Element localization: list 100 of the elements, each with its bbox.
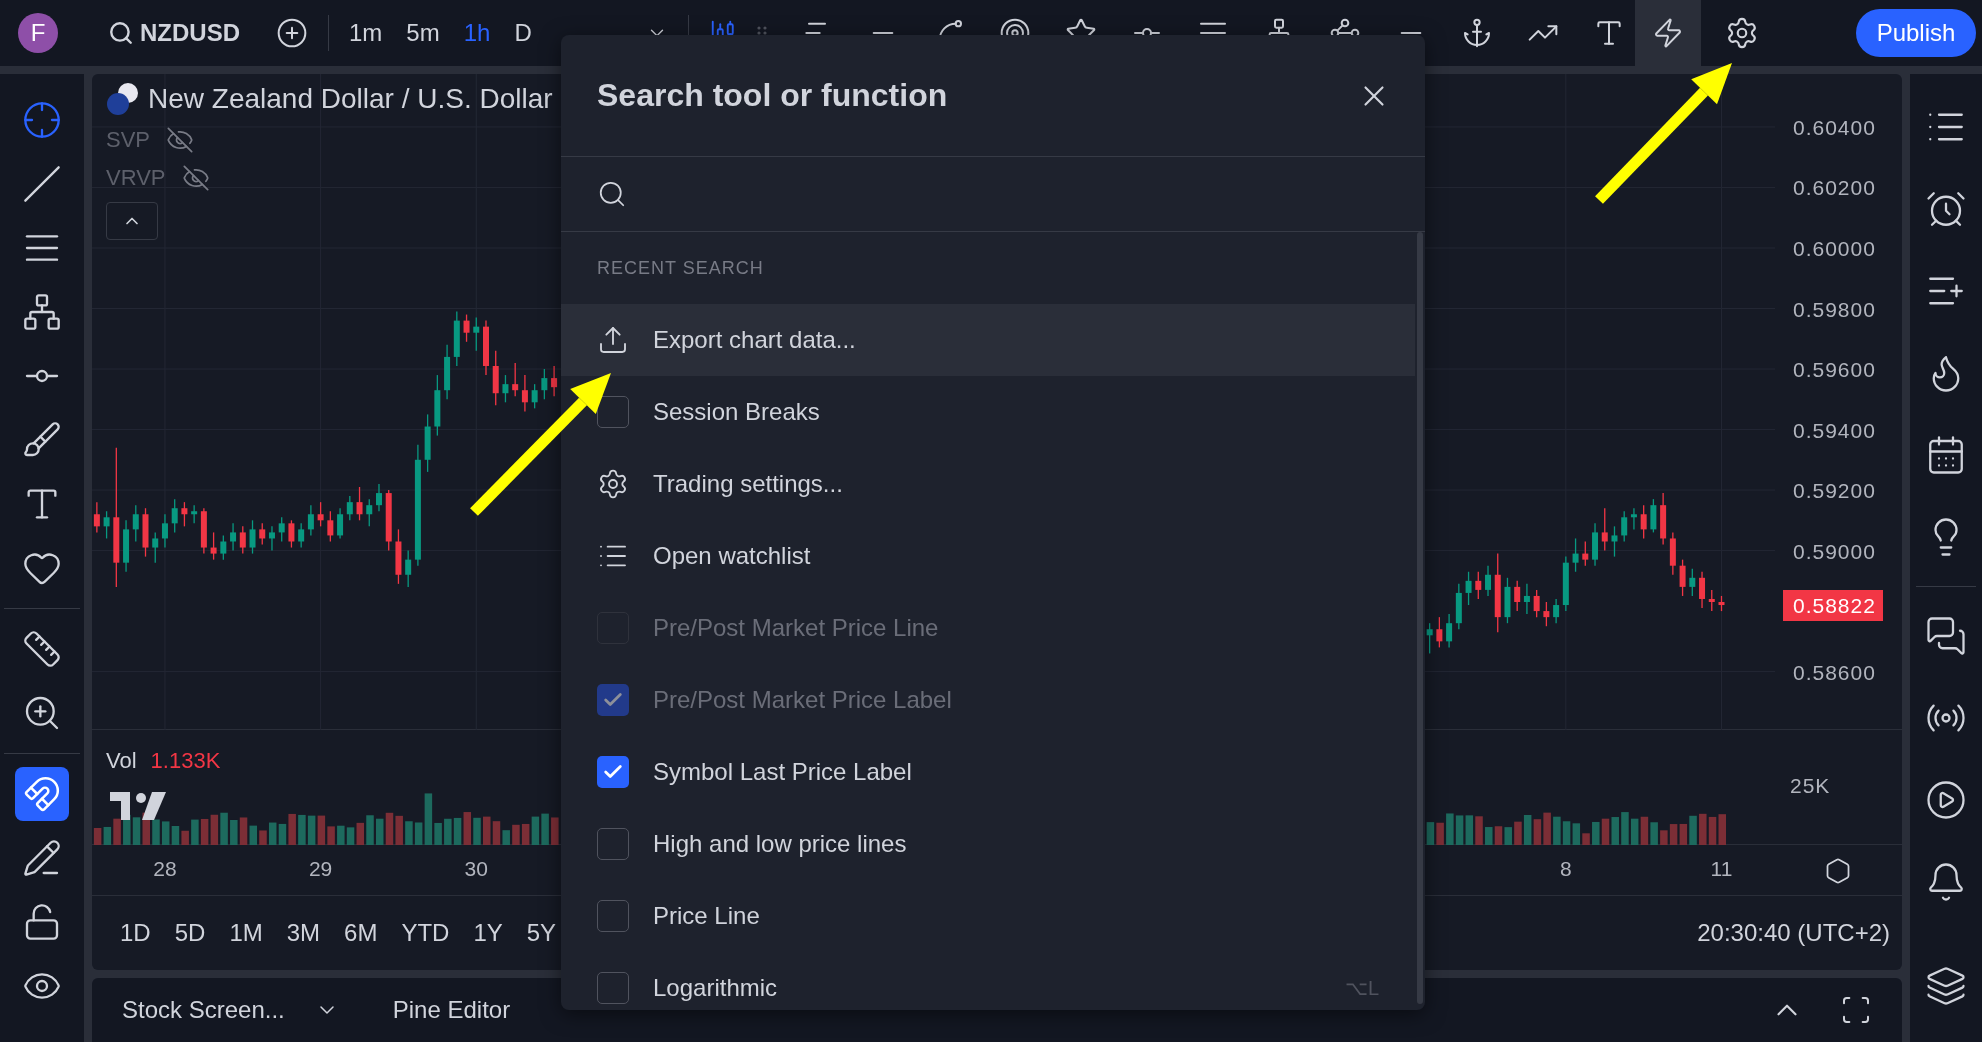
user-avatar[interactable]: F [18, 13, 58, 53]
price-label: 0.60400 [1793, 115, 1876, 139]
interval-tab[interactable]: 5m [406, 19, 440, 47]
candlestick [1630, 507, 1637, 531]
layers-icon[interactable] [1925, 965, 1967, 1007]
candlestick [288, 519, 295, 549]
time-label: 11 [1710, 857, 1733, 881]
scrollbar[interactable] [1417, 232, 1423, 1004]
add-icon[interactable] [276, 17, 308, 49]
interval-tab[interactable]: 1m [349, 19, 383, 47]
range-button[interactable]: 1D [120, 919, 151, 947]
upload-icon [597, 324, 629, 356]
candlestick [1582, 540, 1589, 567]
price-label: 0.60000 [1793, 237, 1876, 260]
candlestick [152, 531, 159, 564]
result-row[interactable]: Trading settings... [561, 448, 1415, 520]
candlestick [512, 362, 519, 397]
candlestick [239, 525, 246, 555]
time-label: 28 [153, 857, 177, 881]
symbol-search-button[interactable]: NZDUSD [108, 19, 240, 47]
checkbox[interactable] [597, 900, 629, 932]
candlestick [171, 498, 178, 534]
range-button[interactable]: 5D [174, 919, 206, 947]
result-row[interactable]: Open watchlist [561, 520, 1415, 592]
panel-tab[interactable]: Stock Screen... [122, 996, 285, 1024]
price-label: 0.59800 [1793, 297, 1876, 321]
chat-icon[interactable] [1925, 615, 1967, 657]
candlestick [161, 513, 168, 549]
candlestick [1485, 565, 1492, 597]
candlestick [531, 383, 538, 409]
candlestick [210, 531, 217, 561]
eye-off-icon[interactable] [166, 126, 195, 154]
candlestick [1708, 589, 1715, 612]
time-label: 8 [1560, 857, 1572, 881]
candlestick [1553, 598, 1560, 624]
volume-value: 1.133K [150, 748, 221, 774]
time-label: 29 [308, 857, 333, 881]
gear-icon [597, 468, 629, 500]
hexagon-icon[interactable] [1824, 857, 1852, 885]
candlestick [551, 365, 558, 397]
candlestick [1601, 507, 1608, 552]
search-icon [597, 179, 627, 209]
range-button[interactable]: YTD [401, 919, 450, 947]
candlestick [317, 501, 324, 528]
candlestick [502, 374, 509, 403]
candlestick [1543, 601, 1550, 627]
candlestick [249, 519, 256, 555]
panel-tab[interactable]: Pine Editor [392, 996, 511, 1024]
price-label: 0.59600 [1793, 358, 1876, 381]
dialog-title: Search tool or function [597, 77, 948, 114]
checkbox[interactable] [597, 756, 629, 788]
chart-title: New Zealand Dollar / U.S. Dollar [148, 83, 553, 115]
interval-tab[interactable]: 1h [463, 19, 491, 47]
range-button[interactable]: 1M [229, 919, 263, 947]
candlestick [278, 516, 285, 543]
search-icon [108, 20, 134, 46]
candlestick [473, 316, 480, 352]
search-tool-button[interactable] [1634, 0, 1701, 66]
candlestick [307, 504, 314, 537]
eye-off-icon[interactable] [181, 164, 210, 192]
publish-button[interactable]: Publish [1856, 9, 1976, 57]
range-button[interactable]: 1Y [473, 919, 503, 947]
interval-tab[interactable]: D [514, 19, 532, 47]
candlestick [337, 507, 344, 540]
candlestick [1699, 571, 1706, 609]
logo-icon [110, 792, 166, 822]
range-button[interactable]: 5Y [526, 919, 557, 947]
candlestick [1426, 622, 1433, 655]
pencil-icon[interactable] [22, 838, 62, 878]
price-label: 0.60200 [1793, 176, 1876, 200]
line-icon[interactable] [22, 164, 62, 204]
play-icon[interactable] [1925, 779, 1967, 821]
candlestick [375, 483, 382, 512]
magnet-button[interactable] [15, 767, 69, 821]
candlestick [541, 368, 548, 400]
result-row[interactable]: Price Line [561, 880, 1415, 952]
checkbox[interactable] [597, 828, 629, 860]
candlestick [1523, 583, 1530, 615]
candlestick [298, 522, 305, 549]
crosshair-icon[interactable] [22, 100, 62, 140]
candlestick [191, 504, 198, 524]
maximize-icon[interactable] [1840, 994, 1872, 1026]
candlestick [1679, 559, 1686, 597]
candlestick [1611, 525, 1618, 558]
candlestick [93, 501, 100, 534]
candlestick [1446, 613, 1453, 649]
section-heading: RECENT SEARCH [596, 256, 765, 280]
indicator-label: SVP [106, 127, 151, 153]
range-button[interactable]: 6M [344, 919, 378, 947]
result-row[interactable]: Export chart data... [561, 304, 1415, 376]
candlestick [1621, 510, 1628, 543]
range-button[interactable]: 3M [286, 919, 321, 947]
price-label: 0.59200 [1793, 479, 1876, 503]
price-label: 0.59000 [1793, 539, 1876, 563]
result-row[interactable]: Symbol Last Price Label [561, 736, 1415, 808]
candlestick [220, 534, 227, 561]
ruler-icon[interactable] [22, 629, 62, 669]
result-row[interactable]: High and low price lines [561, 808, 1415, 880]
nodes-icon[interactable] [22, 292, 62, 332]
checkbox[interactable] [597, 972, 629, 1004]
